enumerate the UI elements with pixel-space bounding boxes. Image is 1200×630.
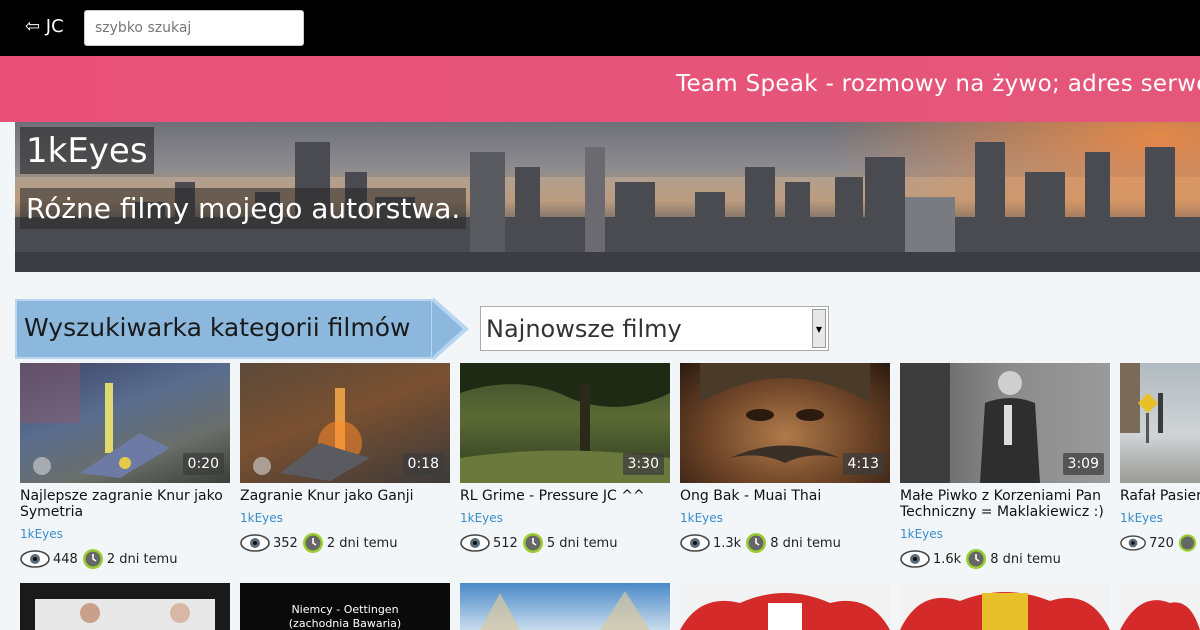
video-stats: 1.3k 8 dni temu xyxy=(680,532,890,554)
eye-icon xyxy=(900,550,930,568)
street-image xyxy=(1120,363,1163,443)
video-card[interactable]: 0:20 Najlepsze zagranie Knur jako Symetr… xyxy=(20,363,230,570)
channel-subtitle: Różne filmy mojego autorstwa. xyxy=(20,188,467,229)
view-count: 720 xyxy=(1149,535,1174,551)
back-link[interactable]: ⇦ JC xyxy=(25,16,64,37)
clock-icon xyxy=(966,549,987,569)
video-title[interactable]: Najlepsze zagranie Knur jako Symetria xyxy=(20,488,230,520)
video-thumbnail[interactable] xyxy=(20,583,230,630)
eye-icon xyxy=(20,550,50,568)
video-duration: 0:18 xyxy=(402,453,444,475)
video-thumbnail[interactable] xyxy=(680,583,890,630)
video-card[interactable]: 0:18 Zagranie Knur jako Ganji 1kEyes 352… xyxy=(240,363,450,554)
video-author[interactable]: 1kEyes xyxy=(900,527,1110,541)
thumbnail-caption: (zachodnia Bawaria) xyxy=(288,617,402,630)
eye-icon xyxy=(240,534,270,552)
view-count: 352 xyxy=(273,535,298,551)
category-select[interactable]: Najnowsze filmy ▼ xyxy=(480,306,829,351)
eye-icon xyxy=(680,534,710,552)
coat-of-arms-image xyxy=(1120,600,1200,630)
clock-icon xyxy=(302,533,323,553)
video-author[interactable]: 1kEyes xyxy=(460,511,670,525)
eye-icon xyxy=(1120,535,1146,551)
video-duration: 4:13 xyxy=(842,453,884,475)
video-card[interactable]: 3:30 RL Grime - Pressure JC ^^ 1kEyes 51… xyxy=(460,363,670,554)
video-card[interactable]: 3:09 Małe Piwko z Korzeniami Pan Technic… xyxy=(900,363,1110,570)
video-title[interactable]: Małe Piwko z Korzeniami Pan Techniczny =… xyxy=(900,488,1110,520)
video-thumbnail[interactable] xyxy=(1120,583,1200,630)
video-title[interactable]: RL Grime - Pressure JC ^^ xyxy=(460,488,670,504)
coat-of-arms-image xyxy=(900,592,1110,630)
view-count: 1.3k xyxy=(713,535,742,551)
category-label: Wyszukiwarka kategorii filmów xyxy=(24,313,411,342)
video-thumbnail[interactable] xyxy=(900,583,1110,630)
video-title[interactable]: Rafał Pasier xyxy=(1120,488,1200,504)
view-count: 448 xyxy=(53,551,78,567)
search-input[interactable] xyxy=(84,10,304,46)
video-stats: 512 5 dni temu xyxy=(460,532,670,554)
video-author[interactable]: 1kEyes xyxy=(20,527,230,541)
video-stats: 448 2 dni temu xyxy=(20,548,230,570)
ticker-text: Team Speak - rozmowy na żywo; adres serw… xyxy=(676,71,1200,97)
video-thumbnail[interactable]: 3:30 xyxy=(460,363,670,483)
video-card[interactable]: 4:13 Ong Bak - Muai Thai 1kEyes 1.3k 8 d… xyxy=(680,363,890,554)
thumbnail-caption: Niemcy - Oettingen xyxy=(291,603,399,616)
clock-icon xyxy=(522,533,543,553)
upload-age: 8 dni temu xyxy=(770,535,841,551)
video-thumbnail[interactable]: 0:20 xyxy=(20,363,230,483)
announcement-ticker: Team Speak - rozmowy na żywo; adres serw… xyxy=(0,56,1200,122)
interview-image xyxy=(35,599,215,630)
channel-title: 1kEyes xyxy=(20,127,154,174)
upload-age: 5 dni temu xyxy=(546,535,618,551)
video-thumbnail[interactable]: 0:18 xyxy=(240,363,450,483)
category-select-value: Najnowsze filmy xyxy=(486,315,682,343)
video-title[interactable]: Ong Bak - Muai Thai xyxy=(680,488,890,504)
view-count: 1.6k xyxy=(933,551,962,567)
clock-icon xyxy=(746,533,767,553)
upload-age: 2 dni temu xyxy=(106,551,178,567)
video-thumbnail[interactable] xyxy=(460,583,670,630)
video-stats: 1.6k 8 dni temu xyxy=(900,548,1110,570)
upload-age: 8 dni temu xyxy=(990,551,1061,567)
video-author[interactable]: 1kEyes xyxy=(1120,511,1200,525)
chevron-down-icon[interactable]: ▼ xyxy=(812,309,826,348)
video-thumbnail[interactable]: 3:09 xyxy=(900,363,1110,483)
view-count: 512 xyxy=(493,535,518,551)
coat-of-arms-image xyxy=(680,593,890,630)
video-duration: 3:09 xyxy=(1062,453,1104,475)
ship-image xyxy=(480,591,650,630)
video-stats: 720 xyxy=(1120,532,1200,554)
channel-banner: 1kEyes Różne filmy mojego autorstwa. xyxy=(15,122,1200,272)
category-arrow xyxy=(432,301,463,357)
upload-age: 2 dni temu xyxy=(326,535,398,551)
video-stats: 352 2 dni temu xyxy=(240,532,450,554)
top-bar: ⇦ JC xyxy=(0,0,1200,56)
clock-icon xyxy=(1178,534,1197,552)
video-thumbnail[interactable]: 4:13 xyxy=(680,363,890,483)
eye-icon xyxy=(460,534,490,552)
video-author[interactable]: 1kEyes xyxy=(240,511,450,525)
video-card[interactable]: Rafał Pasier 1kEyes 720 xyxy=(1120,363,1200,554)
clock-icon xyxy=(82,549,103,569)
video-duration: 3:30 xyxy=(622,453,664,475)
video-title[interactable]: Zagranie Knur jako Ganji xyxy=(240,488,450,504)
video-author[interactable]: 1kEyes xyxy=(680,511,890,525)
video-thumbnail[interactable] xyxy=(1120,363,1200,483)
video-duration: 0:20 xyxy=(182,453,224,475)
video-thumbnail[interactable]: Niemcy - Oettingen (zachodnia Bawaria) xyxy=(240,583,450,630)
